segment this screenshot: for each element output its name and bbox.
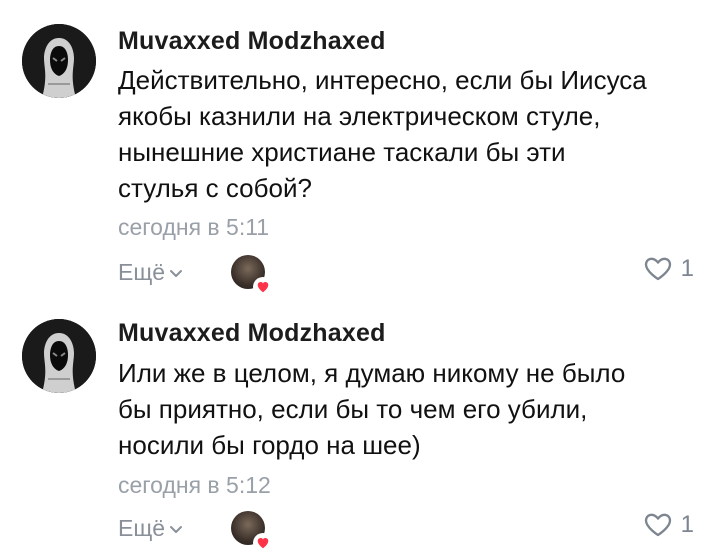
hooded-figure-icon [22,319,96,393]
comment-text: Или же в целом, я думаю никому не было б… [118,355,703,463]
chevron-down-icon [170,525,183,533]
liker-avatar[interactable] [231,511,273,553]
like-button[interactable]: 1 [643,511,694,539]
comment-timestamp: сегодня в 5:11 [118,214,270,240]
hooded-figure-icon [22,24,96,98]
author-avatar[interactable] [22,319,96,393]
heart-icon [257,282,269,293]
comment-author[interactable]: Muvaxxed Modzhaxed [118,27,386,56]
more-button[interactable]: Ещё [118,259,183,286]
more-label: Ещё [118,259,166,285]
comment-text-line: Или же в целом, я думаю никому не было [118,358,626,388]
comment-text-line: носили бы гордо на шее) [118,430,421,460]
comment-text-line: стулья с собой? [118,173,312,203]
like-button[interactable]: 1 [643,255,694,283]
more-button[interactable]: Ещё [118,515,183,542]
comment-text: Действительно, интересно, если бы Иисуса… [118,62,703,206]
like-count: 1 [680,255,694,282]
heart-outline-icon [644,513,671,537]
comment-text-line: Действительно, интересно, если бы Иисуса [118,65,647,95]
comment-text-line: якобы казнили на электрическом стуле, [118,101,601,131]
liker-avatar[interactable] [231,255,273,297]
comment-author[interactable]: Muvaxxed Modzhaxed [118,319,386,348]
heart-icon [257,538,269,549]
heart-outline-icon [644,257,671,281]
more-label: Ещё [118,515,166,541]
heart-badge [253,277,273,297]
comment-text-line: нынешние христиане таскали бы эти [118,137,566,167]
chevron-down-icon [170,269,183,277]
comment-timestamp: сегодня в 5:12 [118,472,271,498]
heart-badge [253,533,273,553]
like-count: 1 [680,511,694,538]
comment-text-line: бы приятно, если бы то чем его убили, [118,394,588,424]
author-avatar[interactable] [22,24,96,98]
